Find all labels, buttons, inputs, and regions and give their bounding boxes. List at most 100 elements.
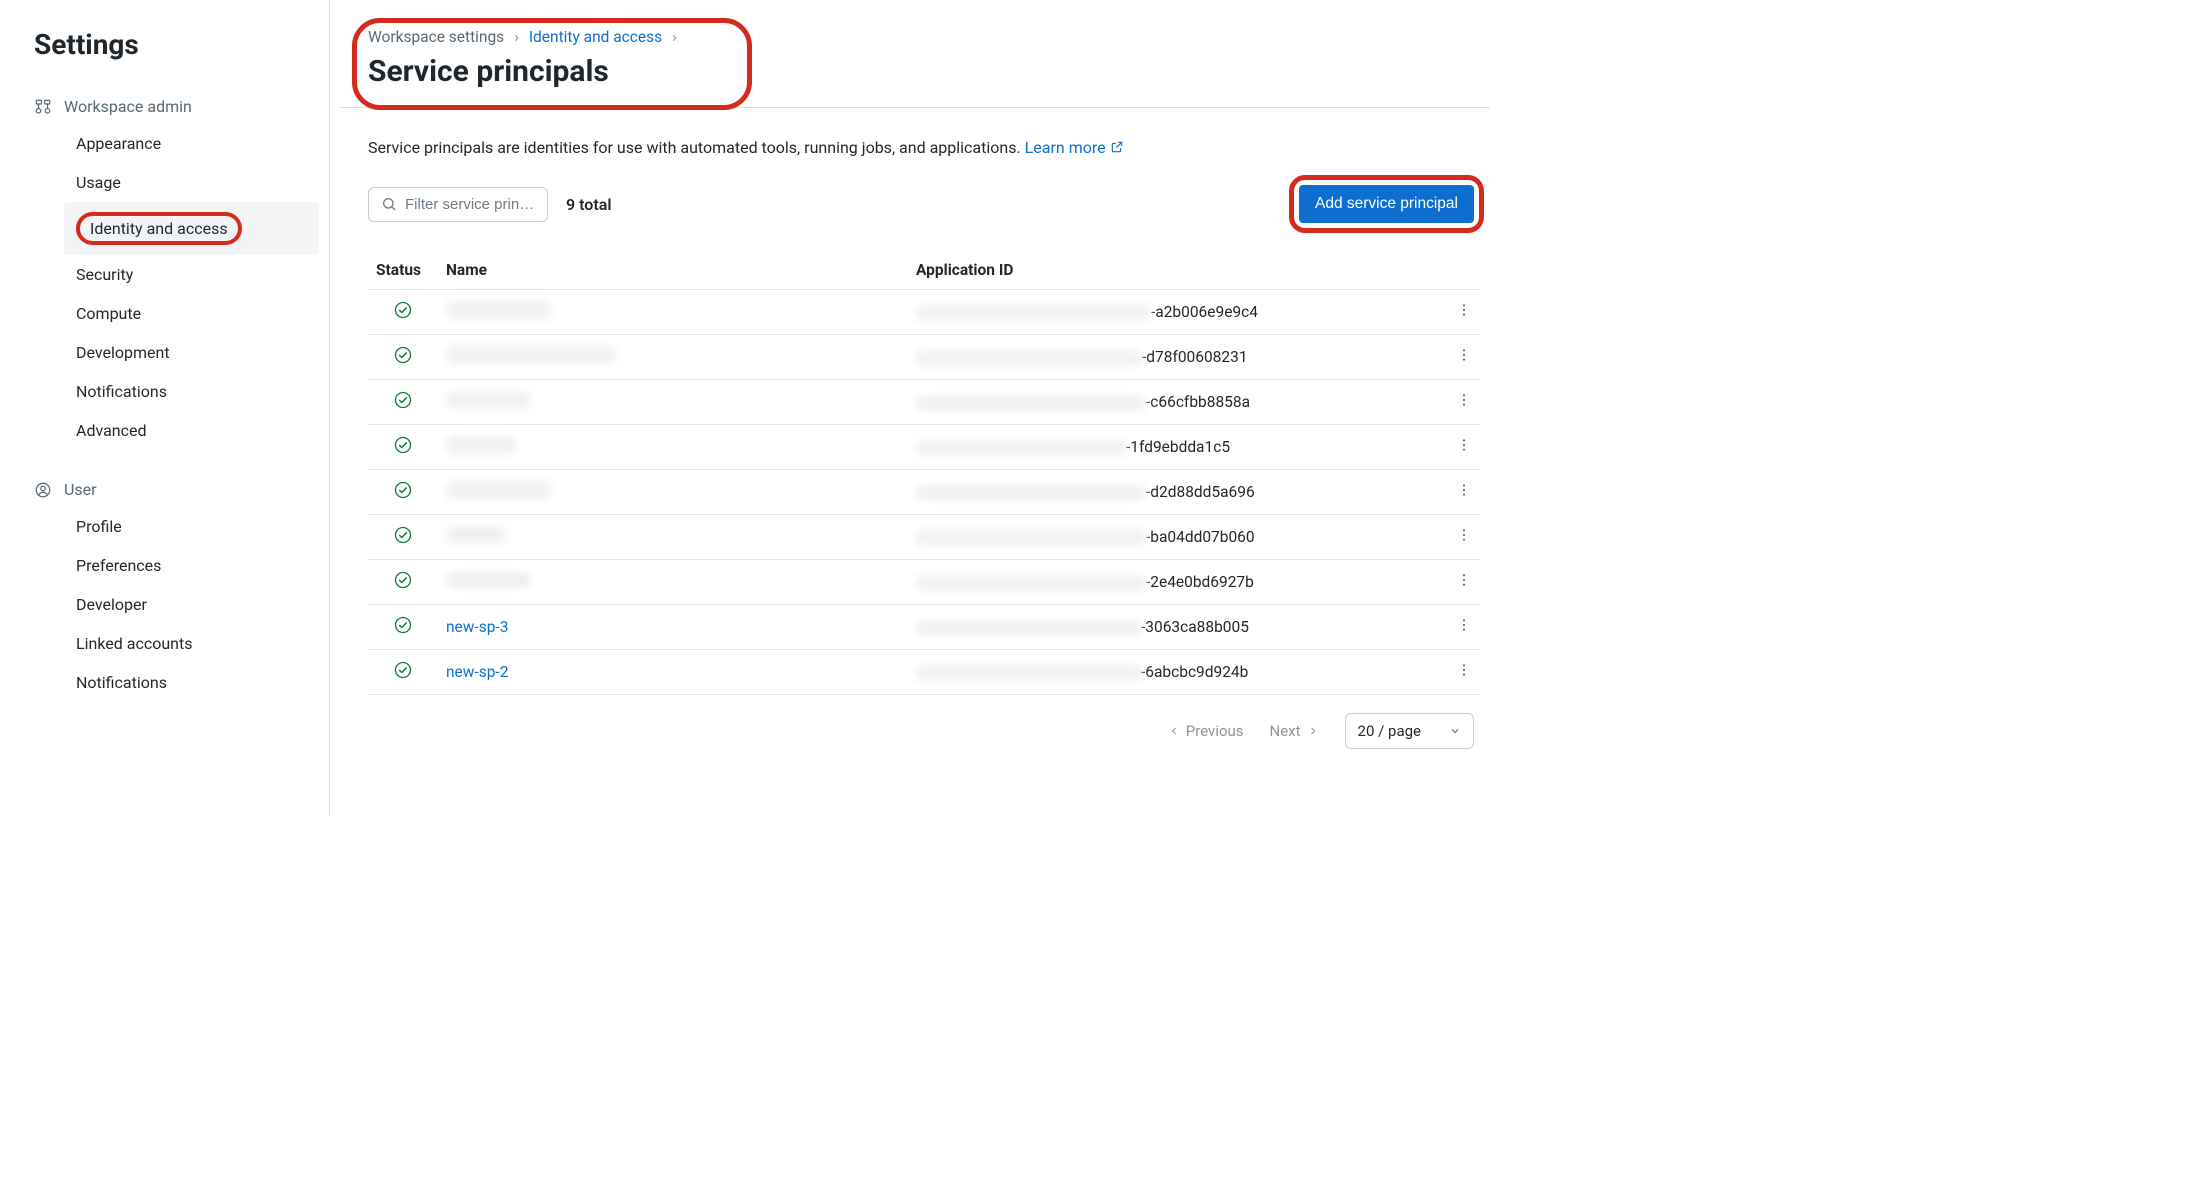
redacted-name <box>446 346 616 364</box>
status-active-icon <box>393 660 413 680</box>
status-active-icon <box>393 615 413 635</box>
pagination: Previous Next 20 / page <box>368 713 1480 749</box>
sidebar-item-advanced[interactable]: Advanced <box>64 411 319 450</box>
sidebar-item-linked-accounts[interactable]: Linked accounts <box>64 624 319 663</box>
row-actions-menu[interactable] <box>1456 345 1472 365</box>
breadcrumb-parent[interactable]: Identity and access <box>529 28 662 46</box>
actions-cell <box>1430 290 1480 335</box>
application-id-suffix: -6abcbc9d924b <box>1141 663 1248 681</box>
status-active-icon <box>393 390 413 410</box>
sidebar-section-workspace-admin: Workspace admin <box>34 93 319 124</box>
sidebar-item-profile[interactable]: Profile <box>64 507 319 546</box>
status-active-icon <box>393 345 413 365</box>
table-row: -d78f00608231 <box>368 335 1480 380</box>
name-cell[interactable] <box>438 290 908 335</box>
page-description: Service principals are identities for us… <box>368 138 1480 157</box>
name-cell[interactable]: new-sp-3 <box>438 605 908 650</box>
column-header-name[interactable]: Name <box>438 251 908 290</box>
status-active-icon <box>393 435 413 455</box>
chevron-right-icon: › <box>514 28 519 46</box>
previous-page-button[interactable]: Previous <box>1168 722 1244 740</box>
redacted-name <box>446 436 516 454</box>
redacted-id-prefix <box>916 665 1141 681</box>
name-cell[interactable] <box>438 470 908 515</box>
name-cell[interactable]: new-sp-2 <box>438 650 908 695</box>
redacted-id-prefix <box>916 350 1142 366</box>
sidebar-item-identity-and-access[interactable]: Identity and access <box>64 202 319 255</box>
external-link-icon <box>1110 140 1124 154</box>
sidebar-item-developer[interactable]: Developer <box>64 585 319 624</box>
name-cell[interactable] <box>438 560 908 605</box>
add-service-principal-button[interactable]: Add service principal <box>1299 185 1474 223</box>
application-id-suffix: -3063ca88b005 <box>1141 618 1249 636</box>
chevron-down-icon <box>1449 725 1461 737</box>
row-actions-menu[interactable] <box>1456 660 1472 680</box>
actions-cell <box>1430 605 1480 650</box>
sidebar-item-usage[interactable]: Usage <box>64 163 319 202</box>
row-actions-menu[interactable] <box>1456 435 1472 455</box>
redacted-id-prefix <box>916 620 1141 636</box>
search-icon <box>381 196 397 212</box>
actions-cell <box>1430 560 1480 605</box>
application-id-suffix: -d78f00608231 <box>1142 348 1248 366</box>
actions-cell <box>1430 515 1480 560</box>
table-row: new-sp-2 -6abcbc9d924b <box>368 650 1480 695</box>
status-active-icon <box>393 525 413 545</box>
chevron-left-icon <box>1168 725 1180 737</box>
total-count: 9 total <box>566 195 611 214</box>
row-actions-menu[interactable] <box>1456 570 1472 590</box>
application-id-cell: -1fd9ebdda1c5 <box>908 425 1430 470</box>
name-cell[interactable] <box>438 515 908 560</box>
sidebar-item-label: Identity and access <box>76 212 242 245</box>
name-cell[interactable] <box>438 380 908 425</box>
actions-cell <box>1430 470 1480 515</box>
row-actions-menu[interactable] <box>1456 300 1472 320</box>
redacted-name <box>446 481 551 499</box>
redacted-id-prefix <box>916 440 1126 456</box>
status-cell <box>368 515 438 560</box>
column-header-application-id[interactable]: Application ID <box>908 251 1430 290</box>
sidebar-item-security[interactable]: Security <box>64 255 319 294</box>
status-active-icon <box>393 300 413 320</box>
actions-cell <box>1430 380 1480 425</box>
status-cell <box>368 650 438 695</box>
next-page-button[interactable]: Next <box>1270 722 1319 740</box>
row-actions-menu[interactable] <box>1456 615 1472 635</box>
sidebar-item-appearance[interactable]: Appearance <box>64 124 319 163</box>
row-actions-menu[interactable] <box>1456 525 1472 545</box>
status-active-icon <box>393 480 413 500</box>
redacted-id-prefix <box>916 395 1146 411</box>
row-actions-menu[interactable] <box>1456 390 1472 410</box>
column-header-status[interactable]: Status <box>368 251 438 290</box>
sidebar-item-user-notifications[interactable]: Notifications <box>64 663 319 702</box>
sidebar-item-notifications[interactable]: Notifications <box>64 372 319 411</box>
sidebar-item-compute[interactable]: Compute <box>64 294 319 333</box>
application-id-suffix: -c66cfbb8858a <box>1146 393 1250 411</box>
sidebar-item-preferences[interactable]: Preferences <box>64 546 319 585</box>
name-cell[interactable] <box>438 425 908 470</box>
application-id-suffix: -d2d88dd5a696 <box>1146 483 1255 501</box>
filter-input[interactable] <box>405 196 535 213</box>
page-size-select[interactable]: 20 / page <box>1345 713 1474 749</box>
application-id-suffix: -1fd9ebdda1c5 <box>1126 438 1230 456</box>
sidebar-item-development[interactable]: Development <box>64 333 319 372</box>
service-principal-name[interactable]: new-sp-3 <box>446 618 508 636</box>
application-id-suffix: -2e4e0bd6927b <box>1146 573 1254 591</box>
application-id-cell: -a2b006e9e9c4 <box>908 290 1430 335</box>
learn-more-link[interactable]: Learn more <box>1025 138 1124 157</box>
breadcrumb-root[interactable]: Workspace settings <box>368 28 504 46</box>
service-principal-name[interactable]: new-sp-2 <box>446 663 508 681</box>
filter-input-wrapper[interactable] <box>368 187 548 222</box>
settings-title: Settings <box>34 28 319 61</box>
name-cell[interactable] <box>438 335 908 380</box>
status-cell <box>368 560 438 605</box>
application-id-cell: -3063ca88b005 <box>908 605 1430 650</box>
application-id-cell: -c66cfbb8858a <box>908 380 1430 425</box>
status-cell <box>368 470 438 515</box>
row-actions-menu[interactable] <box>1456 480 1472 500</box>
page-title: Service principals <box>368 54 1490 89</box>
redacted-name <box>446 526 506 544</box>
toolbar: 9 total Add service principal <box>368 179 1480 229</box>
redacted-id-prefix <box>916 575 1146 591</box>
table-row: -d2d88dd5a696 <box>368 470 1480 515</box>
